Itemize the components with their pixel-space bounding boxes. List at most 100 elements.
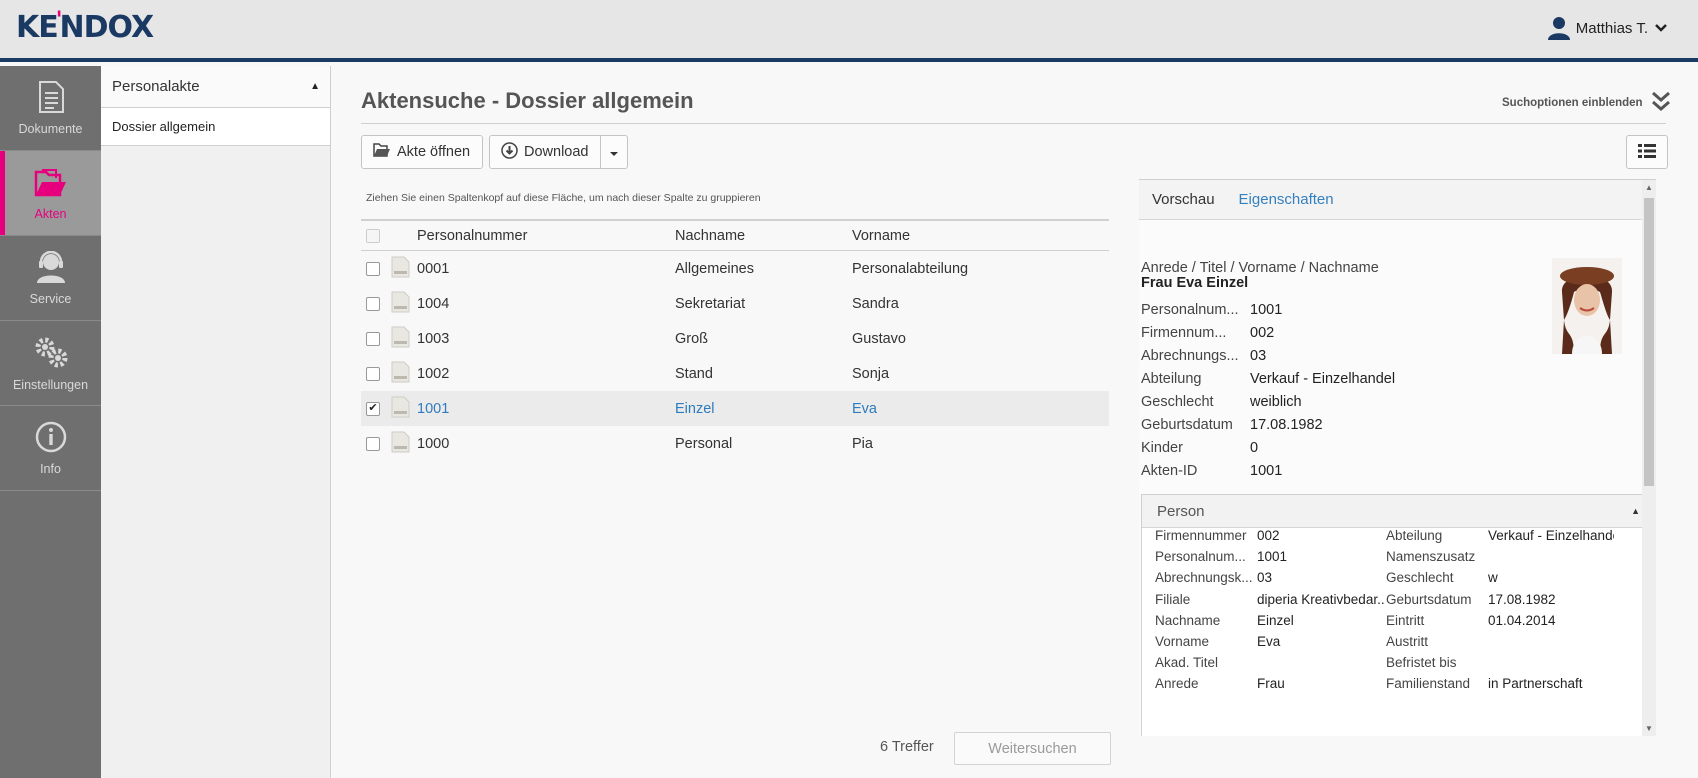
cell-personalnummer: 0001 <box>417 260 450 277</box>
person-photo <box>1552 258 1622 354</box>
name-heading: Anrede / Titel / Vorname / Nachname <box>1141 260 1379 276</box>
subnav-header-personalakte[interactable]: Personalakte ▲ <box>101 66 330 108</box>
scroll-thumb[interactable] <box>1644 198 1654 486</box>
nav-item-info[interactable]: Info <box>0 406 101 491</box>
download-dropdown-button[interactable] <box>600 135 628 169</box>
field-row: Kinder 0 <box>1141 440 1258 456</box>
field-value: 03 <box>1250 348 1267 364</box>
field-key: Abteilung <box>1141 371 1202 387</box>
cell-nachname: Allgemeines <box>675 260 754 277</box>
detail-scrollbar[interactable]: ▲ ▼ <box>1642 180 1656 736</box>
table-row[interactable]: 1003 Groß Gustavo <box>361 321 1109 356</box>
grid-body: 0001 Allgemeines Personalabteilung 1004 Sekr… <box>361 251 1109 461</box>
nav-label: Akten <box>34 206 67 221</box>
page-title: Aktensuche - Dossier allgemein <box>361 88 694 113</box>
scroll-down-icon[interactable]: ▼ <box>1645 725 1653 733</box>
field-key: Akten-ID <box>1141 463 1198 479</box>
field-value: 1001 <box>1250 463 1283 479</box>
download-button[interactable]: Download <box>489 135 601 169</box>
cell-personalnummer: 1004 <box>417 295 450 312</box>
field-key: Geburtsdatum <box>1141 417 1233 433</box>
cell-vorname: Personalabteilung <box>852 260 969 277</box>
field-row: Geburtsdatum 17.08.1982 <box>1141 417 1323 433</box>
nav-label: Dokumente <box>18 121 83 136</box>
person-field-value: in Partnerschaft <box>1488 676 1583 692</box>
person-field-key: Filiale <box>1155 591 1191 607</box>
table-row[interactable]: 1002 Stand Sonja <box>361 356 1109 391</box>
search-options-toggle[interactable]: Suchoptionen einblenden <box>1502 90 1671 115</box>
open-file-button[interactable]: Akte öffnen <box>361 135 483 169</box>
person-section: Person ▲ Firmennummer 002 Personalnum... 10… <box>1141 494 1649 736</box>
kendox-logo[interactable]: KE'NDOX <box>16 8 154 45</box>
document-file-icon <box>391 361 410 387</box>
open-file-label: Akte öffnen <box>397 144 471 160</box>
person-field-key: Namenszusatz <box>1386 549 1476 565</box>
cell-nachname: Groß <box>675 330 709 347</box>
person-section-header[interactable]: Person ▲ <box>1142 495 1648 528</box>
document-icon <box>37 80 65 116</box>
document-file-icon <box>391 256 410 282</box>
person-field-value: 03 <box>1257 570 1273 586</box>
group-drop-area[interactable]: Ziehen Sie einen Spaltenkopf auf diese F… <box>366 192 761 204</box>
cell-personalnummer: 1002 <box>417 365 450 382</box>
person-field-key: Anrede <box>1155 676 1199 692</box>
select-all-checkbox[interactable] <box>366 228 380 243</box>
person-field-value: w <box>1488 570 1498 586</box>
table-row[interactable]: 1004 Sekretariat Sandra <box>361 286 1109 321</box>
column-header-personalnummer[interactable]: Personalnummer <box>417 228 675 244</box>
download-label: Download <box>524 144 589 160</box>
user-icon <box>1547 16 1570 40</box>
person-field-value: 01.04.2014 <box>1488 612 1556 628</box>
document-file-icon <box>391 396 410 422</box>
cell-nachname: Personal <box>675 435 733 452</box>
person-field-value: Frau <box>1257 676 1285 692</box>
person-field-key: Vorname <box>1155 634 1210 649</box>
detail-tabs: Vorschau Eigenschaften <box>1139 180 1656 220</box>
row-checkbox[interactable]: ✔ <box>366 401 380 416</box>
search-options-label: Suchoptionen einblenden <box>1502 96 1643 109</box>
nav-item-dokumente[interactable]: Dokumente <box>0 66 101 151</box>
nav-item-einstellungen[interactable]: Einstellungen <box>0 321 101 406</box>
main-content: Aktensuche - Dossier allgemein Suchoptio… <box>332 66 1698 778</box>
person-field-key: Geschlecht <box>1386 570 1454 586</box>
left-nav: Dokumente Akten Service Einstellungen In… <box>0 66 101 778</box>
row-checkbox[interactable] <box>366 296 380 311</box>
person-field-value: diperia Kreativbedar... <box>1257 591 1385 607</box>
field-row: Akten-ID 1001 <box>1141 463 1282 479</box>
row-checkbox[interactable] <box>366 366 380 381</box>
person-field-key: Personalnum... <box>1155 549 1246 565</box>
document-file-icon <box>391 431 410 457</box>
continue-search-button[interactable]: Weitersuchen <box>954 732 1111 765</box>
cell-personalnummer: 1000 <box>417 435 450 452</box>
row-checkbox[interactable] <box>366 261 380 276</box>
nav-item-service[interactable]: Service <box>0 236 101 321</box>
gears-icon <box>33 335 69 372</box>
document-file-icon <box>391 291 410 317</box>
cell-vorname: Pia <box>852 435 873 452</box>
table-row[interactable]: ✔ 1001 Einzel Eva <box>361 391 1109 426</box>
folder-icon <box>34 166 68 201</box>
list-view-button[interactable] <box>1626 135 1668 169</box>
field-row: Personalnum... 1001 <box>1141 302 1282 318</box>
person-field-key: Abrechnungsk... <box>1155 570 1253 586</box>
field-value: 002 <box>1250 325 1275 341</box>
field-key: Personalnum... <box>1141 302 1239 318</box>
field-key: Geschlecht <box>1141 394 1214 410</box>
nav-item-akten[interactable]: Akten <box>0 151 101 236</box>
detail-panel: Vorschau Eigenschaften Anrede / Titel / … <box>1139 179 1656 736</box>
table-row[interactable]: 0001 Allgemeines Personalabteilung <box>361 251 1109 286</box>
collapse-caret-icon: ▲ <box>310 81 320 92</box>
tab-eigenschaften[interactable]: Eigenschaften <box>1239 191 1334 208</box>
caret-down-icon <box>609 144 619 160</box>
row-checkbox[interactable] <box>366 331 380 346</box>
user-menu[interactable]: Matthias T. <box>1547 16 1668 40</box>
scroll-up-icon[interactable]: ▲ <box>1645 184 1653 192</box>
field-value: 0 <box>1250 440 1259 456</box>
subnav-item-dossier-allgemein[interactable]: Dossier allgemein <box>101 108 330 146</box>
tab-vorschau[interactable]: Vorschau <box>1152 191 1215 208</box>
row-checkbox[interactable] <box>366 436 380 451</box>
column-header-vorname[interactable]: Vorname <box>852 228 1082 244</box>
table-row[interactable]: 1000 Personal Pia <box>361 426 1109 461</box>
column-header-nachname[interactable]: Nachname <box>675 228 852 244</box>
chevron-down-icon <box>1654 23 1668 33</box>
